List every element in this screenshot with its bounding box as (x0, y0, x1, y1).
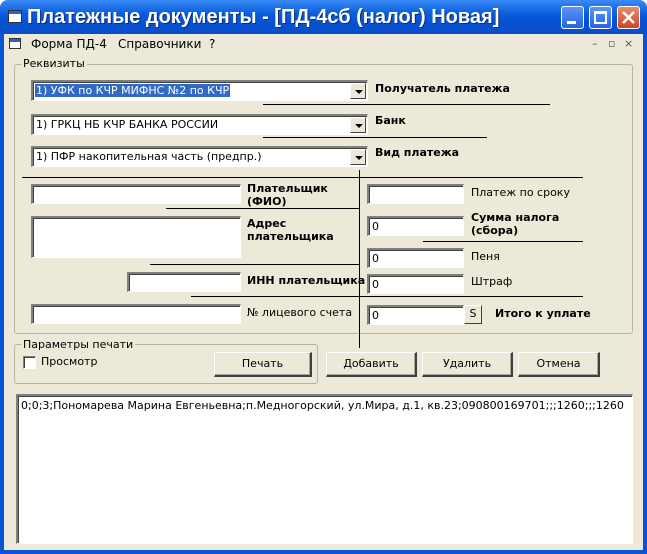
penalty-input[interactable]: 0 (367, 248, 464, 268)
mdi-close-button[interactable]: × (624, 37, 633, 50)
menu-bar: Форма ПД-4 Справочники ? – ▫ × (4, 34, 643, 54)
client-area: Форма ПД-4 Справочники ? – ▫ × Реквизиты… (4, 34, 643, 550)
section-divider (22, 177, 583, 178)
print-button[interactable]: Печать (214, 352, 312, 377)
output-line: 0;0;3;Пономарева Марина Евгеньевна;п.Мед… (21, 399, 624, 412)
inn-label: ИНН плательщика (247, 274, 366, 287)
tax-input[interactable]: 0 (367, 216, 464, 236)
output-textarea[interactable]: 0;0;3;Пономарева Марина Евгеньевна;п.Мед… (16, 394, 633, 544)
inn-input[interactable] (127, 272, 241, 292)
payer-input[interactable] (31, 184, 241, 204)
bank-underline (263, 137, 487, 138)
add-button[interactable]: Добавить (326, 352, 417, 377)
preview-checkbox[interactable] (23, 356, 36, 369)
due-label: Платеж по сроку (471, 186, 570, 199)
app-icon (8, 10, 22, 23)
tax-underline (423, 241, 583, 242)
bank-value: 1) ГРКЦ НБ КЧР БАНКА РОССИИ (36, 118, 219, 131)
preview-label[interactable]: Просмотр (41, 355, 97, 368)
cancel-button[interactable]: Отмена (518, 352, 600, 377)
close-icon (622, 11, 635, 24)
mdi-restore-button[interactable]: ▫ (608, 37, 615, 50)
window-title: Платежные документы - [ПД-4сб (налог) Но… (27, 6, 500, 28)
payment-type-value: 1) ПФР накопительная часть (предпр.) (36, 150, 262, 163)
account-input[interactable] (31, 304, 241, 324)
maximize-button[interactable] (589, 6, 612, 29)
recipient-value: 1) УФК по КЧР МИФНС №2 по КЧР (35, 84, 231, 97)
minimize-button[interactable] (561, 6, 584, 29)
fine-label: Штраф (471, 275, 513, 288)
payment-type-combo[interactable]: 1) ПФР накопительная часть (предпр.) (31, 146, 368, 167)
chevron-down-icon[interactable] (350, 117, 366, 133)
total-input[interactable]: 0 (367, 305, 464, 325)
address-label: Адрес плательщика (247, 217, 334, 243)
delete-button[interactable]: Удалить (422, 352, 513, 377)
title-bar[interactable]: Платежные документы - [ПД-4сб (налог) Но… (0, 0, 647, 34)
bank-label: Банк (375, 114, 406, 127)
penalty-label: Пеня (471, 250, 500, 263)
menu-references[interactable]: Справочники (118, 37, 201, 51)
maximize-icon (594, 11, 607, 24)
payer-underline (166, 208, 359, 209)
total-label: Итого к уплате (495, 307, 591, 320)
menu-form-pd4[interactable]: Форма ПД-4 (31, 37, 107, 51)
chevron-down-icon[interactable] (350, 83, 366, 99)
mdi-child-icon (9, 38, 21, 49)
address-underline (150, 264, 359, 265)
close-button[interactable] (617, 6, 640, 29)
fine-input[interactable]: 0 (367, 274, 464, 294)
requisites-legend: Реквизиты (21, 57, 87, 70)
recipient-underline (263, 104, 550, 105)
due-input[interactable] (367, 184, 464, 204)
tax-label: Сумма налога (сбора) (471, 211, 560, 237)
payment-type-label: Вид платежа (375, 146, 460, 159)
totals-divider (191, 296, 583, 297)
address-input[interactable] (31, 216, 241, 258)
payer-label: Плательщик (ФИО) (247, 182, 328, 208)
recipient-label: Получатель платежа (375, 82, 510, 95)
app-window: Платежные документы - [ПД-4сб (налог) Но… (0, 0, 647, 554)
menu-help[interactable]: ? (209, 37, 215, 51)
recipient-combo[interactable]: 1) УФК по КЧР МИФНС №2 по КЧР (31, 80, 368, 101)
bank-combo[interactable]: 1) ГРКЦ НБ КЧР БАНКА РОССИИ (31, 114, 368, 135)
chevron-down-icon[interactable] (350, 149, 366, 165)
print-params-legend: Параметры печати (21, 338, 136, 351)
mdi-minimize-button[interactable]: – (592, 37, 598, 50)
column-divider (359, 170, 360, 348)
minimize-icon (567, 21, 576, 24)
sum-button[interactable]: S (464, 305, 482, 324)
account-label: № лицевого счета (247, 306, 353, 319)
